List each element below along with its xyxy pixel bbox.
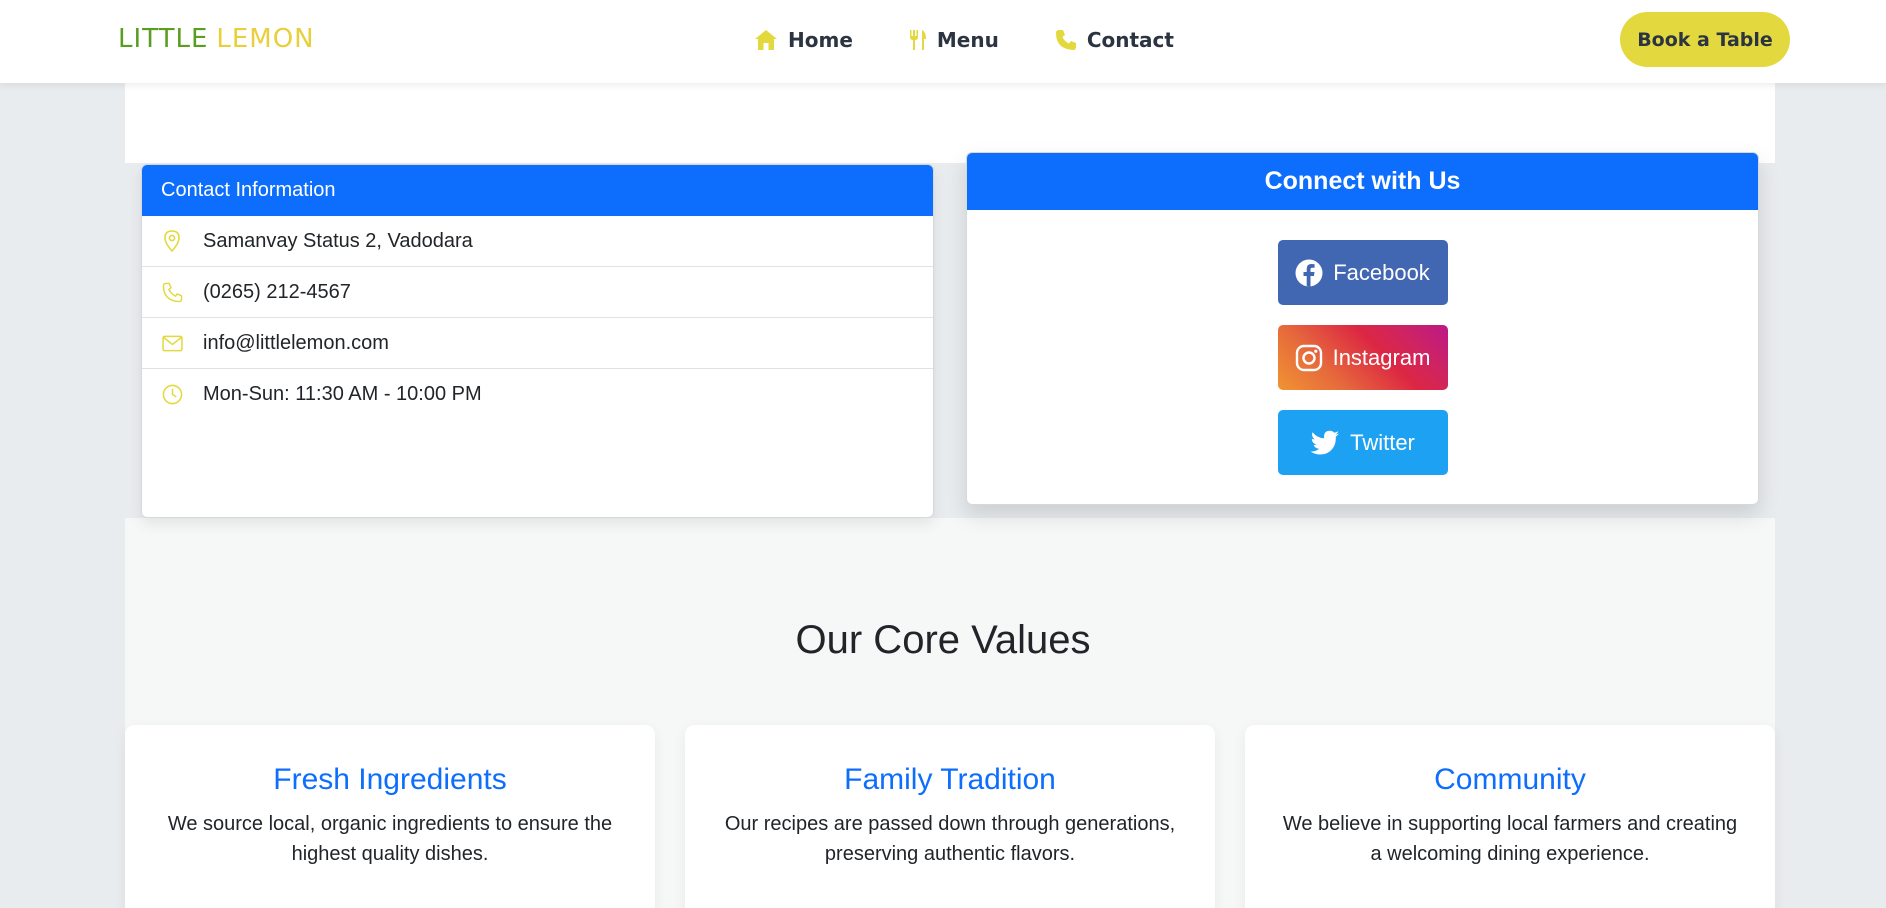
contact-hours-text: Mon-Sun: 11:30 AM - 10:00 PM <box>203 383 482 405</box>
map-pin-icon <box>161 230 183 252</box>
contact-address-row: Samanvay Status 2, Vadodara <box>142 216 933 267</box>
twitter-label: Twitter <box>1350 429 1415 455</box>
facebook-button[interactable]: Facebook <box>1277 240 1448 305</box>
value-card-title: Family Tradition <box>844 763 1056 796</box>
connect-card: Connect with Us Facebook Instagram Twitt… <box>966 152 1759 505</box>
nav-home-link[interactable]: Home <box>754 28 853 52</box>
logo-text-little: LITTLE <box>118 24 209 54</box>
envelope-icon <box>161 332 183 354</box>
instagram-label: Instagram <box>1332 344 1431 370</box>
connect-title: Connect with Us <box>967 153 1758 210</box>
nav-menu-label: Menu <box>936 28 999 52</box>
phone-icon <box>161 281 183 303</box>
facebook-icon <box>1295 259 1323 286</box>
core-values-title: Our Core Values <box>795 618 1091 662</box>
value-card-title: Community <box>1434 763 1586 796</box>
value-card-fresh-ingredients: Fresh Ingredients We source local, organ… <box>125 725 655 908</box>
main-nav: Home Menu Contact <box>754 0 1174 80</box>
value-card-text: We believe in supporting local farmers a… <box>1282 813 1738 865</box>
contact-address-text: Samanvay Status 2, Vadodara <box>203 229 473 252</box>
logo-text-lemon: LEMON <box>216 24 315 54</box>
home-icon <box>755 30 777 50</box>
contact-phone-row: (0265) 212-4567 <box>142 267 933 318</box>
content-top-band <box>125 83 1775 163</box>
twitter-button[interactable]: Twitter <box>1277 410 1448 475</box>
facebook-label: Facebook <box>1333 259 1430 285</box>
nav-home-label: Home <box>788 28 853 52</box>
value-card-text: Our recipes are passed down through gene… <box>724 813 1176 865</box>
navbar: LITTLE LEMON Home Menu Contact Book a Ta… <box>0 0 1886 83</box>
contact-hours-row: Mon-Sun: 11:30 AM - 10:00 PM <box>142 369 933 420</box>
twitter-icon <box>1310 430 1340 454</box>
clock-icon <box>161 384 183 406</box>
contact-info-title: Contact Information <box>142 165 933 216</box>
value-card-title: Fresh Ingredients <box>273 763 507 796</box>
nav-contact-link[interactable]: Contact <box>1055 28 1174 52</box>
value-card-family-tradition: Family Tradition Our recipes are passed … <box>685 725 1215 908</box>
contact-email-text: info@littlelemon.com <box>203 331 389 354</box>
phone-icon <box>1055 30 1076 50</box>
contact-email-row: info@littlelemon.com <box>142 318 933 369</box>
book-table-button[interactable]: Book a Table <box>1620 12 1790 67</box>
contact-phone-text: (0265) 212-4567 <box>203 280 351 303</box>
contact-info-card: Contact Information Samanvay Status 2, V… <box>141 164 934 518</box>
nav-menu-link[interactable]: Menu <box>909 28 999 52</box>
social-buttons: Facebook Instagram Twitter <box>967 210 1758 475</box>
instagram-button[interactable]: Instagram <box>1277 325 1448 390</box>
logo[interactable]: LITTLE LEMON <box>118 20 315 52</box>
nav-contact-label: Contact <box>1086 28 1174 52</box>
value-card-text: We source local, organic ingredients to … <box>167 813 613 865</box>
utensils-icon <box>909 30 926 50</box>
value-card-community: Community We believe in supporting local… <box>1245 725 1775 908</box>
instagram-icon <box>1295 344 1322 371</box>
